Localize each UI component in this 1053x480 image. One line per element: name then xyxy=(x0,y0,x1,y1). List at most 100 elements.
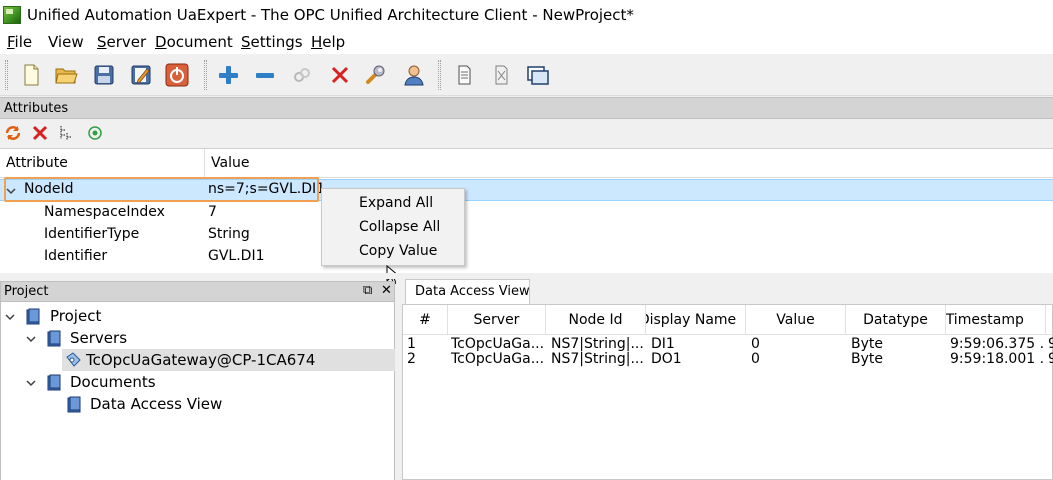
menu-help-mnemonic: H xyxy=(311,33,323,51)
title-bar: Unified Automation UaExpert - The OPC Un… xyxy=(0,0,1053,30)
float-panel-icon[interactable]: ⧉ xyxy=(363,283,372,298)
remove-document-icon[interactable] xyxy=(487,61,515,89)
tab-data-access-view-label: Data Access View xyxy=(415,284,530,299)
documents-folder-icon xyxy=(47,374,61,391)
menu-file-label: ile xyxy=(14,33,33,51)
attr-value-identifier: GVL.DI1 xyxy=(208,248,265,264)
column-header-source-timestamp[interactable]: Source Timestamp xyxy=(946,305,1046,335)
cell-display-name: DI1 xyxy=(651,336,675,352)
column-header-value[interactable]: Value xyxy=(205,149,1053,178)
menu-document[interactable]: Document xyxy=(155,33,233,51)
monitor-icon[interactable] xyxy=(86,124,104,142)
column-header-attribute-label: Attribute xyxy=(6,155,68,171)
column-header-datatype-label: Datatype xyxy=(863,312,928,328)
column-header-attribute[interactable]: Attribute xyxy=(0,149,205,178)
chevron-down-icon[interactable] xyxy=(26,334,36,344)
attributes-toolbar xyxy=(0,120,1053,147)
menu-help-label: elp xyxy=(322,33,346,51)
attributes-panel-title: Attributes xyxy=(4,101,69,116)
attr-name-namespaceindex: NamespaceIndex xyxy=(44,204,165,220)
column-header-datatype[interactable]: Datatype xyxy=(846,305,946,335)
menu-file-mnemonic: F xyxy=(7,33,15,51)
app-icon xyxy=(3,6,21,24)
cell-display-name: DO1 xyxy=(651,351,682,367)
close-panel-icon[interactable]: ✕ xyxy=(381,283,392,298)
window-icon[interactable] xyxy=(524,61,552,89)
cell-num: 1 xyxy=(407,336,416,352)
cell-node-id: NS7|String|... xyxy=(551,351,644,367)
tree-item-documents[interactable]: Documents xyxy=(70,373,156,393)
save-project-icon[interactable] xyxy=(90,61,118,89)
toolbar-grip-3[interactable] xyxy=(438,60,441,90)
project-folder-icon xyxy=(26,308,40,325)
menu-document-label: ocument xyxy=(166,33,233,51)
column-header-value[interactable]: Value xyxy=(746,305,846,335)
tree-item-project[interactable]: Project xyxy=(50,307,101,327)
refresh-icon[interactable] xyxy=(4,124,22,142)
tree-item-server[interactable]: TcOpcUaGateway@CP-1CA674 xyxy=(86,351,315,371)
menu-view[interactable]: View xyxy=(48,33,84,51)
add-document-icon[interactable] xyxy=(450,61,478,89)
attr-value-identifiertype: String xyxy=(208,226,250,242)
toolbar-grip-2[interactable] xyxy=(204,60,207,90)
attributes-panel-header: Attributes xyxy=(0,97,1053,119)
menu-bar: File View Server Document Settings Help xyxy=(0,30,1053,54)
context-menu-collapse-all[interactable]: Collapse All xyxy=(359,219,440,235)
column-header-overflow[interactable] xyxy=(1046,305,1053,335)
window-title: Unified Automation UaExpert - The OPC Un… xyxy=(27,6,634,24)
attributes-table: Attribute Value NodeId ns=7;s=GVL.DI1 Na… xyxy=(0,148,1053,273)
menu-view-label: View xyxy=(48,33,84,51)
menu-settings-label: ettings xyxy=(250,33,303,51)
tab-data-access-view[interactable]: Data Access View xyxy=(405,279,530,304)
delete-icon[interactable] xyxy=(31,124,49,142)
menu-server[interactable]: Server xyxy=(97,33,146,51)
connect-icon[interactable] xyxy=(288,61,316,89)
menu-server-mnemonic: S xyxy=(97,33,107,51)
attr-value-namespaceindex: 7 xyxy=(208,204,217,220)
cell-server: TcOpcUaGa... xyxy=(451,351,545,367)
project-tree: Project Servers TcOpcUaGateway@CP-1CA674… xyxy=(0,302,395,480)
context-menu-copy-value[interactable]: Copy Value xyxy=(359,243,437,259)
tree-item-data-access-view[interactable]: Data Access View xyxy=(90,395,222,415)
column-header-number-label: # xyxy=(419,312,431,328)
tree-expand-icon[interactable] xyxy=(58,124,76,142)
remove-server-icon[interactable] xyxy=(251,61,279,89)
open-project-icon[interactable] xyxy=(52,61,80,89)
save-as-icon[interactable] xyxy=(127,61,155,89)
cell-datatype: Byte xyxy=(851,351,883,367)
menu-settings[interactable]: Settings xyxy=(241,33,303,51)
chevron-down-icon[interactable] xyxy=(26,378,36,388)
attr-name-identifiertype: IdentifierType xyxy=(44,226,140,242)
toolbar xyxy=(0,54,1053,96)
column-header-source-timestamp-label: Source Timestamp xyxy=(946,312,1024,328)
settings-wrench-icon[interactable] xyxy=(362,61,390,89)
toolbar-grip[interactable] xyxy=(5,60,8,90)
new-project-icon[interactable] xyxy=(17,61,45,89)
menu-help[interactable]: Help xyxy=(311,33,345,51)
disconnect-icon[interactable] xyxy=(326,61,354,89)
column-header-display-name-label: Display Name xyxy=(646,312,737,328)
cell-value: 0 xyxy=(751,351,760,367)
tree-item-servers[interactable]: Servers xyxy=(70,329,127,349)
power-icon[interactable] xyxy=(163,61,191,89)
column-header-node-id-label: Node Id xyxy=(568,312,623,328)
server-icon xyxy=(66,352,81,367)
project-panel-title: Project xyxy=(4,284,49,299)
highlight-annotation xyxy=(4,177,319,202)
cell-overflow: 9 xyxy=(1048,336,1053,352)
column-header-display-name[interactable]: Display Name xyxy=(646,305,746,335)
project-panel-header: Project ⧉ ✕ xyxy=(0,281,395,302)
column-header-server[interactable]: Server xyxy=(448,305,546,335)
add-server-icon[interactable] xyxy=(214,61,242,89)
column-header-node-id[interactable]: Node Id xyxy=(546,305,646,335)
column-header-value-label: Value xyxy=(776,312,815,328)
context-menu-expand-all[interactable]: Expand All xyxy=(359,195,433,211)
cell-timestamp: 9:59:18.001 ... xyxy=(950,351,1045,367)
cell-num: 2 xyxy=(407,351,416,367)
chevron-down-icon[interactable] xyxy=(5,312,15,322)
menu-file[interactable]: File xyxy=(7,33,32,51)
cell-value: 0 xyxy=(751,336,760,352)
column-header-number[interactable]: # xyxy=(403,305,448,335)
user-icon[interactable] xyxy=(400,61,428,89)
cell-timestamp: 9:59:06.375 ... xyxy=(950,336,1045,352)
